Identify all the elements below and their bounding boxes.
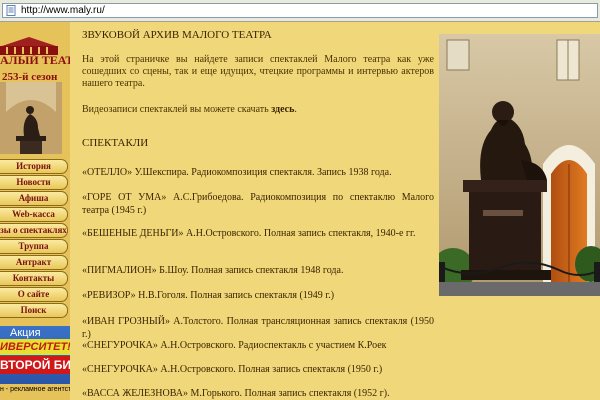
- address-bar[interactable]: http://www.maly.ru/: [2, 3, 598, 18]
- record-item[interactable]: «ПИГМАЛИОН» Б.Шоу. Полная запись спектак…: [82, 265, 434, 278]
- record-item[interactable]: «БЕШЕНЫЕ ДЕНЬГИ» А.Н.Островского. Полная…: [82, 228, 434, 241]
- ad-agency-credit[interactable]: н - рекламное агентство: [0, 386, 70, 394]
- video-download-line: Видеозаписи спектаклей вы можете скачать…: [82, 104, 297, 115]
- monument-thumbnail: [0, 82, 62, 154]
- theatre-name: АЛЫЙ ТЕАТР: [0, 53, 70, 67]
- url-text[interactable]: http://www.maly.ru/: [21, 5, 105, 16]
- browser-toolbar: http://www.maly.ru/: [0, 0, 600, 22]
- nav-about[interactable]: О сайте: [0, 287, 68, 302]
- nav-history[interactable]: История: [0, 159, 68, 174]
- page-icon: [6, 5, 17, 16]
- video-text: Видеозаписи спектаклей вы можете скачать: [82, 104, 272, 115]
- main-content: ЗВУКОВОЙ АРХИВ МАЛОГО ТЕАТРА На этой стр…: [82, 22, 434, 400]
- video-download-link[interactable]: здесь: [271, 104, 294, 115]
- left-sidebar: АЛЫЙ ТЕАТР 253-й сезон История Новости А…: [0, 22, 70, 400]
- promo-line-3: ВТОРОЙ БИЛЕТ!: [0, 356, 70, 374]
- video-text-end: .: [294, 104, 297, 115]
- record-item[interactable]: «ИВАН ГРОЗНЫЙ» А.Толстого. Полная трансл…: [82, 316, 434, 341]
- ostrovsky-monument-photo: [439, 34, 600, 296]
- promo-banner[interactable]: Акция ИВЕРСИТЕТ! ВТОРОЙ БИЛЕТ!: [0, 326, 70, 384]
- record-item[interactable]: «ОТЕЛЛО» У.Шекспира. Радиокомпозиция спе…: [82, 167, 434, 180]
- page-title: ЗВУКОВОЙ АРХИВ МАЛОГО ТЕАТРА: [82, 29, 272, 41]
- nav-troupe[interactable]: Труппа: [0, 239, 68, 254]
- record-item[interactable]: «СНЕГУРОЧКА» А.Н.Островского. Радиоспект…: [82, 340, 434, 353]
- nav-playbill[interactable]: Афиша: [0, 191, 68, 206]
- nav-reviews[interactable]: зы о спектаклях: [0, 223, 68, 238]
- section-heading: СПЕКТАКЛИ: [82, 137, 149, 149]
- nav-contacts[interactable]: Контакты: [0, 271, 68, 286]
- nav-news[interactable]: Новости: [0, 175, 68, 190]
- promo-line-1: Акция: [10, 327, 41, 339]
- promo-line-2: ИВЕРСИТЕТ!: [0, 339, 70, 355]
- nav-search[interactable]: Поиск: [0, 303, 68, 318]
- record-item[interactable]: «РЕВИЗОР» Н.В.Гоголя. Полная запись спек…: [82, 290, 434, 303]
- intro-paragraph: На этой страничке вы найдете записи спек…: [82, 54, 434, 89]
- nav-web-box-office[interactable]: Web-касса: [0, 207, 68, 222]
- record-item[interactable]: «ГОРЕ ОТ УМА» А.С.Грибоедова. Радиокомпо…: [82, 192, 434, 217]
- nav-intermission[interactable]: Антракт: [0, 255, 68, 270]
- record-item[interactable]: «СНЕГУРОЧКА» А.Н.Островского. Полная зап…: [82, 364, 434, 377]
- record-item[interactable]: «ВАССА ЖЕЛЕЗНОВА» М.Горького. Полная зап…: [82, 388, 434, 400]
